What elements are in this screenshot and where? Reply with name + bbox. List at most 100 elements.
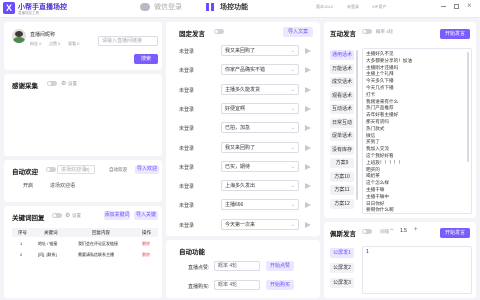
- gift-thanks-toggle[interactable]: [47, 81, 57, 86]
- auto-buy-rate[interactable]: 概率 4轮: [214, 280, 260, 290]
- keyword-reply-toggle[interactable]: [52, 213, 62, 218]
- chevron-down-icon: ⌄: [290, 144, 295, 151]
- scheduled-text-select[interactable]: 已拍，加急 ⌄: [221, 122, 299, 134]
- start-interaction-button[interactable]: 开始发言: [440, 29, 470, 39]
- keyword-table-header: 序号 关键词 回复内容 操作: [12, 228, 158, 237]
- auto-buy-label: 直播购买:: [188, 284, 210, 290]
- scheduled-row: 未登录 上海多久发出 ⌄: [166, 179, 320, 193]
- user-label: VIP用户: [372, 4, 387, 9]
- delete-button[interactable]: 删除: [142, 252, 150, 258]
- category-item[interactable]: 促单话术: [330, 131, 354, 141]
- room-url-input[interactable]: 请输入直播间链接: [98, 36, 158, 46]
- category-item[interactable]: 观看话术: [330, 90, 354, 101]
- script-line: 去年好看主播好: [366, 112, 399, 118]
- send-icon[interactable]: [305, 221, 311, 228]
- random-reply-item[interactable]: 公屏发1: [330, 248, 354, 258]
- search-button[interactable]: 搜索: [134, 54, 158, 64]
- import-keyword-button[interactable]: 导入关键: [134, 211, 158, 220]
- start-like-button[interactable]: 开始点赞: [266, 261, 294, 271]
- category-item[interactable]: 万能话术: [330, 63, 354, 74]
- category-item[interactable]: 方案12: [330, 198, 354, 209]
- close-icon[interactable]: ×: [467, 1, 472, 10]
- chevron-down-icon: ⌄: [290, 105, 295, 112]
- random-reply-textarea[interactable]: 1: [362, 246, 472, 294]
- app-header: X 小帮手直播场控 直播场控工具 微信登录 场控功能 版本1012 未登录 VI…: [0, 0, 480, 18]
- scheduled-row: 未登录 我又来回购了 ⌄: [166, 141, 320, 155]
- scheduled-text: 已买，期待: [225, 163, 251, 170]
- scheduled-row: 未登录 我又来回购了 ⌄: [166, 44, 320, 58]
- send-icon[interactable]: [305, 67, 311, 74]
- category-item[interactable]: 方案10: [330, 171, 354, 182]
- scheduled-status: 未登录: [179, 87, 195, 94]
- scheduled-text: 我又来回购了: [225, 48, 256, 54]
- gift-thanks-title: 感谢采集: [12, 83, 38, 90]
- gift-thanks-settings[interactable]: 设置: [68, 81, 77, 87]
- send-icon[interactable]: [305, 105, 311, 112]
- send-icon[interactable]: [305, 86, 311, 93]
- col-action: 操作: [142, 230, 151, 235]
- auto-welcome-toggle[interactable]: [46, 167, 56, 172]
- script-line: 喝奶茶: [366, 173, 380, 179]
- scheduled-toggle[interactable]: [214, 29, 224, 34]
- send-icon[interactable]: [305, 183, 311, 190]
- scheduled-status: 未登录: [179, 145, 195, 152]
- gear-icon[interactable]: ⚙: [61, 80, 66, 87]
- script-line: 晒买的: [366, 166, 380, 172]
- script-line: 热门款式: [366, 125, 385, 131]
- scheduled-text-select[interactable]: 主播多久能发货 ⌄: [221, 83, 299, 95]
- script-line: 大多都要分享的！加油: [366, 57, 412, 63]
- maximize-icon[interactable]: [454, 4, 459, 9]
- chevron-down-icon: ⌄: [290, 183, 295, 190]
- interval-increment[interactable]: +: [414, 227, 418, 233]
- scheduled-text-select[interactable]: 上海多久发出 ⌄: [221, 180, 299, 192]
- category-item[interactable]: 通用话术: [330, 50, 354, 60]
- start-buy-button[interactable]: 开始购买: [266, 280, 294, 290]
- interaction-toggle[interactable]: [362, 29, 372, 34]
- category-item[interactable]: 日常互动: [330, 117, 354, 128]
- start-random-reply-button[interactable]: 开始发言: [440, 228, 470, 238]
- login-status: 未登录: [347, 4, 359, 9]
- send-icon[interactable]: [305, 48, 311, 54]
- interval-decrement[interactable]: −: [390, 227, 394, 233]
- category-item[interactable]: 互动话术: [330, 104, 354, 114]
- interval-value[interactable]: 1.5: [400, 228, 407, 234]
- send-icon[interactable]: [305, 125, 311, 132]
- profile-stat-views: 观看 0: [68, 41, 80, 46]
- category-item[interactable]: 成交话术: [330, 77, 354, 87]
- import-welcome-button[interactable]: 导入欢迎: [135, 165, 159, 174]
- category-item[interactable]: 没有库存: [330, 144, 354, 155]
- random-reply-item[interactable]: 公屏发2: [330, 263, 354, 273]
- scheduled-text-select[interactable]: 主播666 ⌄: [221, 199, 299, 211]
- scheduled-text-select[interactable]: 我又来回购了 ⌄: [221, 141, 299, 153]
- script-line: 打卡: [366, 91, 376, 97]
- category-item[interactable]: 方案11: [330, 185, 354, 195]
- keyword-settings[interactable]: 设置: [72, 213, 81, 219]
- scheduled-text-select[interactable]: 好便宜啊 ⌄: [221, 102, 299, 114]
- gear-icon[interactable]: ⚙: [65, 212, 70, 219]
- send-icon[interactable]: [305, 144, 311, 151]
- category-item[interactable]: 方案9: [330, 158, 354, 168]
- send-icon[interactable]: [305, 202, 311, 209]
- auto-like-rate[interactable]: 概率 4轮: [214, 261, 260, 271]
- scheduled-text: 主播多久能发货: [225, 86, 261, 93]
- script-scrollbar[interactable]: [467, 52, 469, 162]
- scheduled-text-select[interactable]: 今天第一次来 ⌄: [221, 218, 299, 230]
- import-copy-button[interactable]: 导入文案: [283, 27, 313, 37]
- scheduled-text-select[interactable]: 你家产品确实不错 ⌄: [221, 64, 299, 76]
- scheduled-text-select[interactable]: 我又来回购了 ⌄: [221, 45, 299, 56]
- script-textarea[interactable]: 主播好久不见 大多都要分享的！加油 主播刚才还播吗 主播上个礼拜 今天多久下播 今天几点下…: [362, 48, 472, 214]
- minimize-icon[interactable]: [441, 6, 446, 7]
- scheduled-title: 固定发言: [179, 31, 205, 38]
- script-line: 今天多久下播: [366, 78, 394, 84]
- random-reply-toggle[interactable]: [362, 229, 372, 234]
- add-keyword-button[interactable]: 添加关键词: [104, 211, 130, 220]
- script-line: 要啊你什么啊: [366, 207, 394, 213]
- random-reply-item[interactable]: 公屏发3: [330, 278, 354, 288]
- scheduled-text: 已拍，加急: [225, 125, 251, 132]
- interaction-status: 概率 4轮: [376, 29, 394, 34]
- script-line: 今天几点下播: [366, 85, 394, 90]
- send-icon[interactable]: [305, 163, 311, 170]
- scheduled-text-select[interactable]: 已买，期待 ⌄: [221, 160, 299, 172]
- delete-button[interactable]: 删除: [142, 241, 150, 247]
- category-scrollbar[interactable]: [356, 50, 358, 200]
